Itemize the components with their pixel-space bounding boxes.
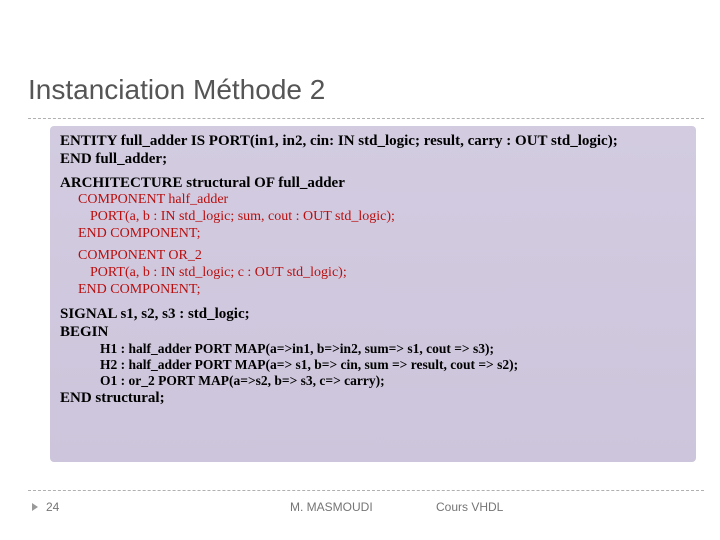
architecture-line: ARCHITECTURE structural OF full_adder bbox=[60, 174, 688, 192]
footer: 24 M. MASMOUDI Cours VHDL bbox=[0, 498, 720, 528]
entity-line-1: ENTITY full_adder IS PORT(in1, in2, cin:… bbox=[60, 132, 688, 150]
entity-line-2: END full_adder; bbox=[60, 150, 688, 168]
slide: Instanciation Méthode 2 ENTITY full_adde… bbox=[0, 0, 720, 540]
chevron-right-icon bbox=[32, 503, 38, 511]
component2-line-3: END COMPONENT; bbox=[60, 282, 688, 299]
component1-line-3: END COMPONENT; bbox=[60, 226, 688, 243]
signal-line: SIGNAL s1, s2, s3 : std_logic; bbox=[60, 305, 688, 323]
component2-line-1: COMPONENT OR_2 bbox=[60, 248, 688, 265]
footer-author: M. MASMOUDI bbox=[290, 500, 373, 514]
slide-title: Instanciation Méthode 2 bbox=[28, 74, 325, 106]
end-line: END structural; bbox=[60, 389, 688, 407]
begin-line: BEGIN bbox=[60, 323, 688, 341]
portmap-o1: O1 : or_2 PORT MAP(a=>s2, b=> s3, c=> ca… bbox=[60, 373, 688, 389]
component1-line-2: PORT(a, b : IN std_logic; sum, cout : OU… bbox=[60, 209, 688, 226]
component2-line-2: PORT(a, b : IN std_logic; c : OUT std_lo… bbox=[60, 265, 688, 282]
portmap-h1: H1 : half_adder PORT MAP(a=>in1, b=>in2,… bbox=[60, 341, 688, 357]
divider-bottom bbox=[28, 490, 704, 491]
page-number: 24 bbox=[46, 500, 59, 514]
portmap-h2: H2 : half_adder PORT MAP(a=> s1, b=> cin… bbox=[60, 357, 688, 373]
divider-top bbox=[28, 118, 704, 119]
code-box: ENTITY full_adder IS PORT(in1, in2, cin:… bbox=[50, 126, 696, 462]
component1-line-1: COMPONENT half_adder bbox=[60, 192, 688, 209]
footer-course: Cours VHDL bbox=[436, 500, 503, 514]
